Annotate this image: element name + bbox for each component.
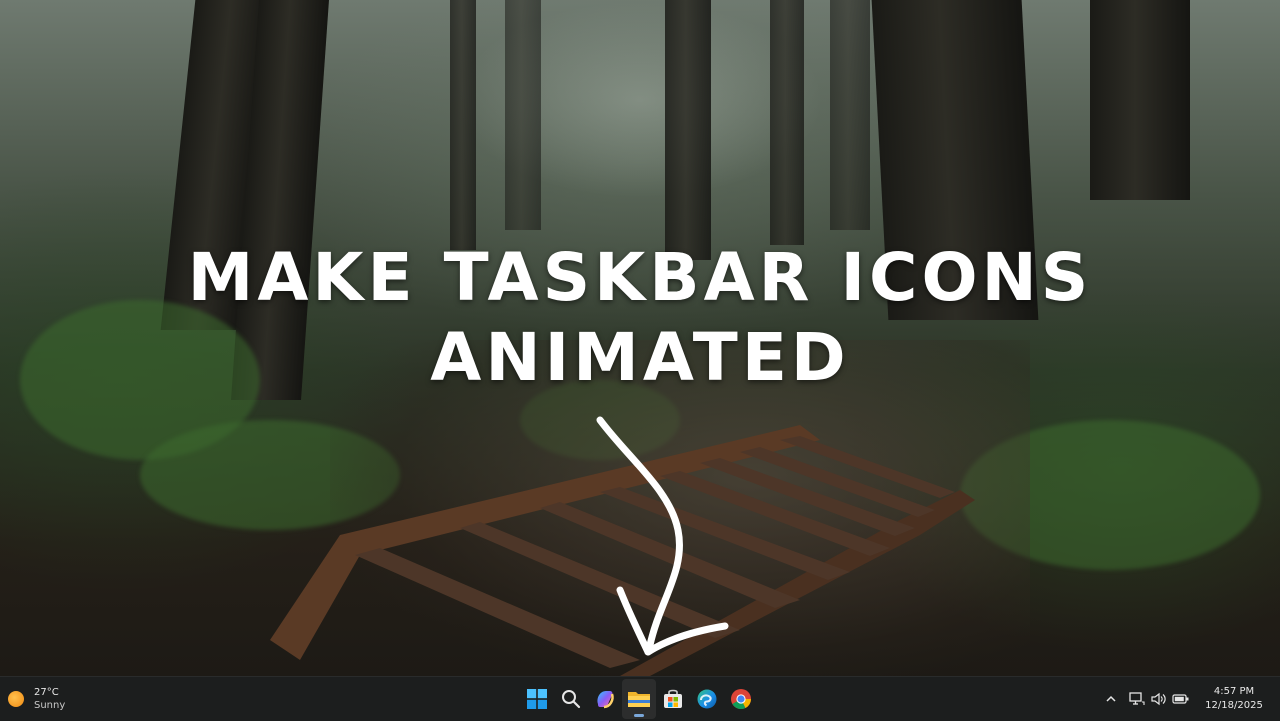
store-icon [664, 689, 682, 708]
copilot-button[interactable] [588, 679, 622, 719]
clock[interactable]: 4:57 PM 12/18/2025 [1198, 685, 1270, 713]
weather-widget[interactable]: 27°C Sunny [8, 683, 65, 715]
weather-condition: Sunny [34, 700, 66, 711]
sun-icon [8, 691, 24, 707]
battery-icon [1172, 694, 1189, 704]
system-tray: 4:57 PM 12/18/2025 [1100, 677, 1280, 721]
taskbar: 27°C Sunny 4:57 PM 12/18/2025 [0, 676, 1280, 721]
title-line-2: ANIMATED [430, 319, 850, 396]
volume-icon [1151, 692, 1166, 706]
hand-drawn-arrow-icon [596, 416, 729, 656]
search-button[interactable] [554, 679, 588, 719]
clock-date: 12/18/2025 [1205, 700, 1263, 711]
taskbar-apps [520, 679, 758, 719]
folder-icon [628, 692, 650, 707]
edge-button[interactable] [690, 679, 724, 719]
weather-temperature: 27°C [34, 687, 59, 698]
show-hidden-icons-button[interactable] [1100, 688, 1122, 710]
chrome-button[interactable] [724, 679, 758, 719]
network-icon [1129, 692, 1145, 705]
search-icon [562, 690, 581, 709]
edge-icon [697, 689, 717, 709]
volume-button[interactable] [1148, 688, 1170, 710]
battery-button[interactable] [1170, 688, 1192, 710]
chrome-icon [731, 689, 752, 710]
windows-logo-icon [527, 689, 547, 709]
start-button[interactable] [520, 679, 554, 719]
file-explorer-button[interactable] [622, 679, 656, 719]
title-line-1: MAKE TASKBAR ICONS [187, 239, 1093, 316]
copilot-icon [597, 691, 614, 709]
network-button[interactable] [1126, 688, 1148, 710]
thumbnail-title: MAKE TASKBAR ICONS ANIMATED [0, 238, 1280, 398]
clock-time: 4:57 PM [1213, 686, 1255, 697]
store-button[interactable] [656, 679, 690, 719]
desktop-wallpaper: MAKE TASKBAR ICONS ANIMATED [0, 0, 1280, 676]
chevron-up-icon [1106, 695, 1116, 702]
